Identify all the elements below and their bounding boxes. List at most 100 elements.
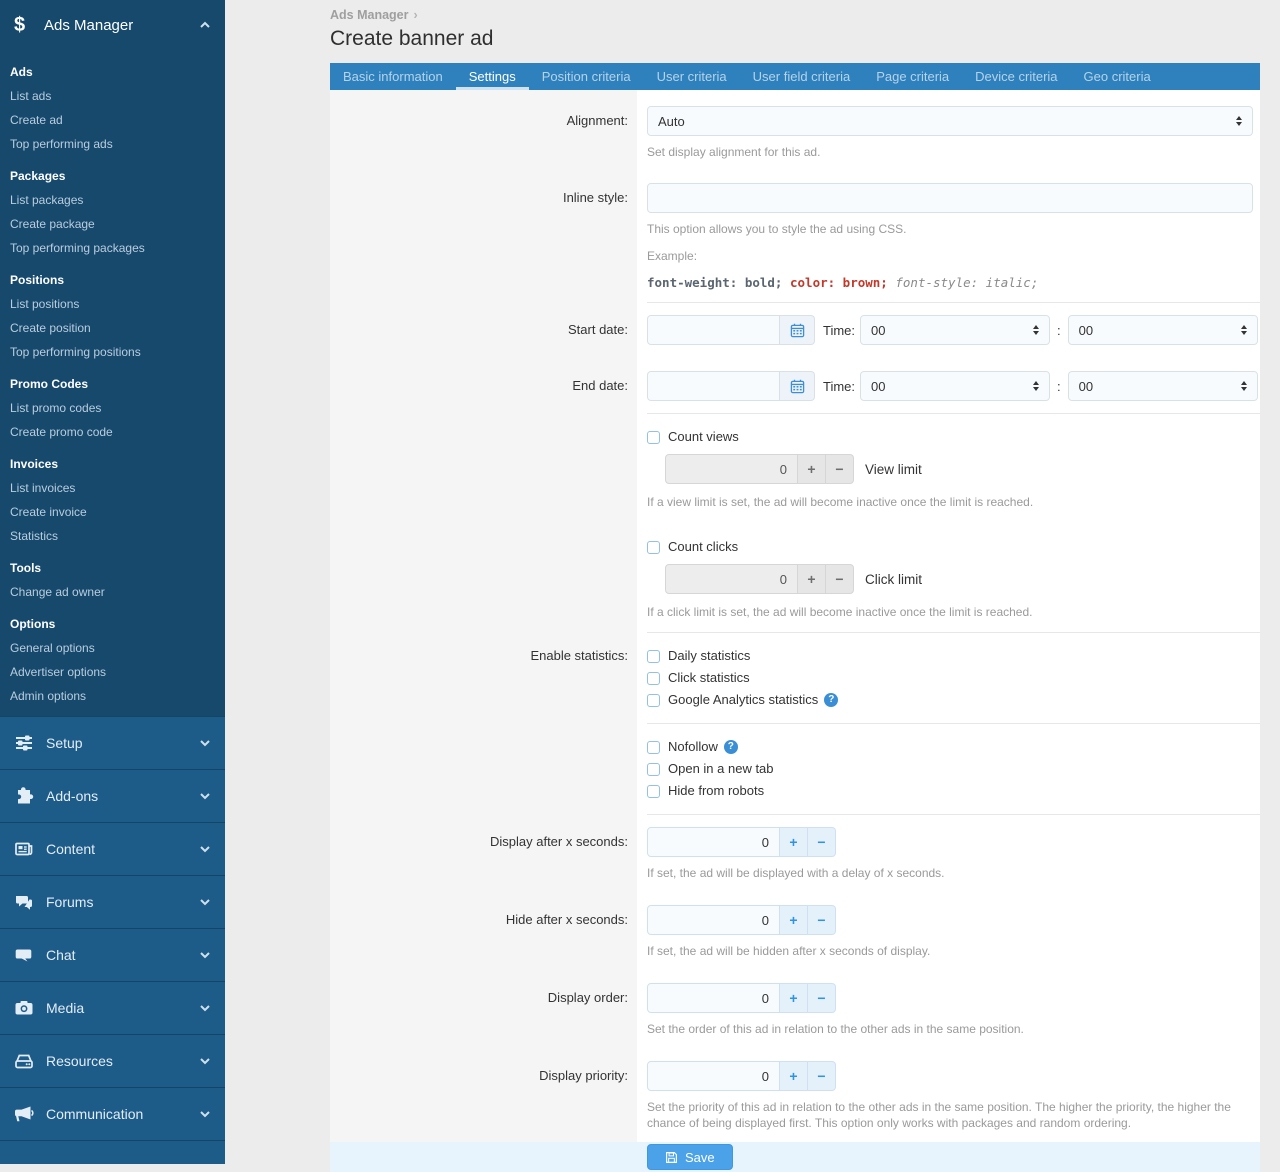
save-button[interactable]: Save [647, 1144, 733, 1170]
end-minute-select[interactable]: 00 [1068, 371, 1258, 401]
time-colon: : [1057, 379, 1061, 394]
tab-user-field-criteria[interactable]: User field criteria [740, 63, 864, 90]
count-views-label: Count views [668, 428, 739, 446]
sidebar-module-resources[interactable]: Resources [0, 1034, 225, 1087]
sidebar-module-add-ons[interactable]: Add-ons [0, 769, 225, 822]
sidebar-item-create-ad[interactable]: Create ad [0, 108, 225, 132]
tab-settings[interactable]: Settings [456, 63, 529, 90]
click-limit-decrement-button[interactable] [826, 564, 854, 594]
section-divider [647, 632, 1260, 633]
view-limit-decrement-button[interactable] [826, 454, 854, 484]
sidebar-item-advertiser-options[interactable]: Advertiser options [0, 660, 225, 684]
hide-after-decrement-button[interactable] [808, 905, 836, 935]
camera-icon [14, 998, 34, 1018]
daily-statistics-label: Daily statistics [668, 647, 750, 665]
tab-position-criteria[interactable]: Position criteria [529, 63, 644, 90]
sidebar-header-ads-manager[interactable]: $ Ads Manager [0, 0, 225, 50]
display-order-label: Display order: [330, 983, 637, 1037]
start-minute-select[interactable]: 00 [1068, 315, 1258, 345]
display-after-increment-button[interactable] [780, 827, 808, 857]
breadcrumb-root[interactable]: Ads Manager [330, 8, 409, 22]
code-segment: font-style: italic; [895, 275, 1038, 290]
module-label: Forums [46, 894, 199, 910]
alignment-select-value: Auto [658, 114, 685, 129]
display-order-decrement-button[interactable] [808, 983, 836, 1013]
minus-icon [835, 571, 843, 587]
module-label: Content [46, 841, 199, 857]
minus-icon [835, 461, 843, 477]
display-after-decrement-button[interactable] [808, 827, 836, 857]
alignment-label: Alignment: [330, 106, 637, 160]
google-analytics-checkbox[interactable] [647, 694, 660, 707]
sidebar-item-list-packages[interactable]: List packages [0, 188, 225, 212]
sidebar-item-list-positions[interactable]: List positions [0, 292, 225, 316]
sidebar-module-content[interactable]: Content [0, 822, 225, 875]
hide-robots-checkbox[interactable] [647, 785, 660, 798]
view-limit-increment-button[interactable] [798, 454, 826, 484]
sidebar-module-chat[interactable]: Chat [0, 928, 225, 981]
sidebar-item-admin-options[interactable]: Admin options [0, 684, 225, 708]
count-views-checkbox[interactable] [647, 431, 660, 444]
tab-device-criteria[interactable]: Device criteria [962, 63, 1070, 90]
module-label: Add-ons [46, 788, 199, 804]
display-priority-decrement-button[interactable] [808, 1061, 836, 1091]
click-limit-input[interactable] [665, 564, 798, 594]
chevron-down-icon [199, 1002, 211, 1014]
sidebar-item-general-options[interactable]: General options [0, 636, 225, 660]
help-icon[interactable] [824, 693, 838, 707]
sidebar-module-media[interactable]: Media [0, 981, 225, 1034]
help-icon[interactable] [724, 740, 738, 754]
click-statistics-checkbox[interactable] [647, 672, 660, 685]
end-date-calendar-button[interactable] [780, 371, 815, 401]
sliders-icon [14, 733, 34, 753]
sidebar-item-create-package[interactable]: Create package [0, 212, 225, 236]
start-date-input[interactable] [647, 315, 780, 345]
hide-after-input[interactable] [647, 905, 780, 935]
tab-geo-criteria[interactable]: Geo criteria [1071, 63, 1164, 90]
main-content: Ads Manager Create banner ad Basic infor… [225, 0, 1280, 1164]
save-button-label: Save [685, 1150, 715, 1165]
sidebar-item-change-ad-owner[interactable]: Change ad owner [0, 580, 225, 604]
sidebar-item-create-position[interactable]: Create position [0, 316, 225, 340]
alignment-select[interactable]: Auto [647, 106, 1253, 136]
view-limit-input[interactable] [665, 454, 798, 484]
sidebar-item-create-promo-code[interactable]: Create promo code [0, 420, 225, 444]
sidebar-module-setup[interactable]: Setup [0, 716, 225, 769]
new-tab-checkbox[interactable] [647, 763, 660, 776]
sidebar-item-top-performing-ads[interactable]: Top performing ads [0, 132, 225, 156]
sidebar-item-statistics[interactable]: Statistics [0, 524, 225, 548]
sidebar-item-top-performing-packages[interactable]: Top performing packages [0, 236, 225, 260]
display-order-stepper [647, 983, 836, 1013]
view-limit-help: If a view limit is set, the ad will beco… [647, 494, 1253, 510]
hide-after-label: Hide after x seconds: [330, 905, 637, 959]
click-limit-increment-button[interactable] [798, 564, 826, 594]
daily-statistics-checkbox[interactable] [647, 650, 660, 663]
start-hour-select[interactable]: 00 [860, 315, 1050, 345]
display-order-input[interactable] [647, 983, 780, 1013]
sidebar-item-list-ads[interactable]: List ads [0, 84, 225, 108]
tab-user-criteria[interactable]: User criteria [644, 63, 740, 90]
display-priority-increment-button[interactable] [780, 1061, 808, 1091]
chevron-down-icon [199, 1108, 211, 1120]
count-clicks-checkbox[interactable] [647, 541, 660, 554]
sidebar-module-users-partial[interactable] [0, 1140, 225, 1164]
tab-page-criteria[interactable]: Page criteria [863, 63, 962, 90]
nofollow-checkbox[interactable] [647, 741, 660, 754]
sidebar-item-list-promo-codes[interactable]: List promo codes [0, 396, 225, 420]
display-order-increment-button[interactable] [780, 983, 808, 1013]
display-after-input[interactable] [647, 827, 780, 857]
sidebar-item-create-invoice[interactable]: Create invoice [0, 500, 225, 524]
sidebar-module-communication[interactable]: Communication [0, 1087, 225, 1140]
sidebar-module-forums[interactable]: Forums [0, 875, 225, 928]
sidebar-item-list-invoices[interactable]: List invoices [0, 476, 225, 500]
sidebar-item-top-performing-positions[interactable]: Top performing positions [0, 340, 225, 364]
display-priority-input[interactable] [647, 1061, 780, 1091]
tab-basic-information[interactable]: Basic information [330, 63, 456, 90]
start-date-calendar-button[interactable] [780, 315, 815, 345]
end-date-input[interactable] [647, 371, 780, 401]
select-arrows-icon [1236, 116, 1242, 126]
hide-after-increment-button[interactable] [780, 905, 808, 935]
end-hour-value: 00 [871, 379, 885, 394]
inline-style-input[interactable] [647, 183, 1253, 213]
end-hour-select[interactable]: 00 [860, 371, 1050, 401]
